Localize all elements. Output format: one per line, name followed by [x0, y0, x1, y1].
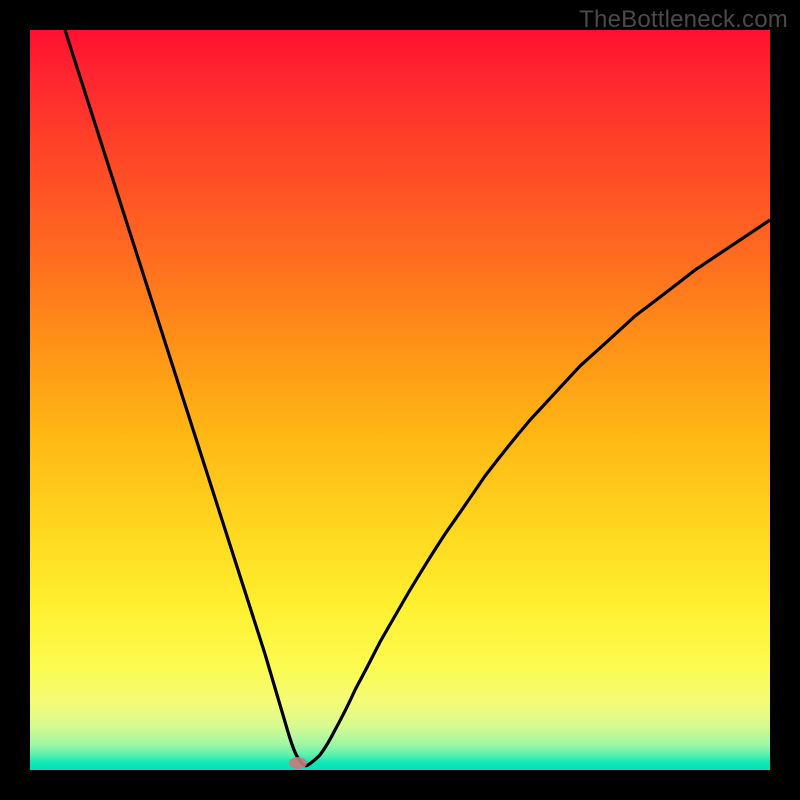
- optimal-point-marker: [289, 757, 307, 769]
- chart-svg: [30, 30, 770, 770]
- bottleneck-curve-path: [65, 30, 770, 766]
- chart-frame: [30, 30, 770, 770]
